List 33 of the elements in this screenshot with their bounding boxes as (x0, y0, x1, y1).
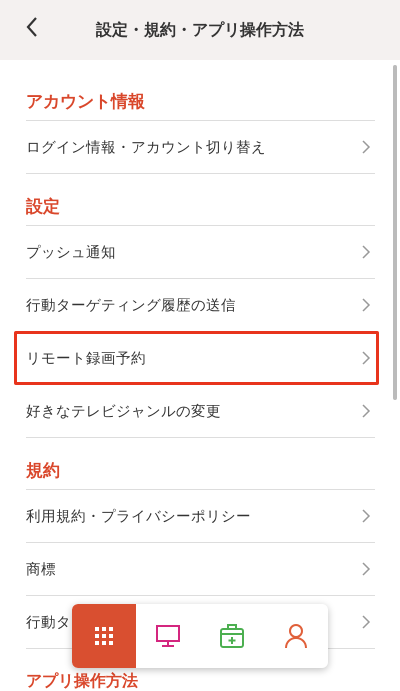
row-label: 利用規約・プライバシーポリシー (26, 508, 251, 526)
first-aid-kit-icon (219, 623, 245, 649)
section-heading: アプリ操作方法 (26, 670, 139, 690)
row-label: リモート録画予約 (26, 350, 146, 368)
chevron-icon (361, 508, 371, 524)
chevron-icon (361, 561, 371, 577)
monitor-icon (155, 623, 181, 649)
chevron-icon (361, 297, 371, 313)
section-heading: 規約 (26, 438, 375, 490)
user-icon (283, 623, 309, 649)
settings-row[interactable]: 行動ターゲティング履歴の送信 (26, 279, 375, 332)
nav-tab[interactable] (72, 604, 136, 668)
settings-row[interactable]: リモート録画予約 (26, 332, 375, 385)
section-heading: アカウント情報 (26, 69, 375, 121)
settings-row[interactable]: 好きなテレビジャンルの変更 (26, 385, 375, 438)
page-title: 設定・規約・アプリ操作方法 (96, 20, 304, 40)
chevron-icon (361, 403, 371, 419)
row-label: ログイン情報・アカウント切り替え (26, 138, 266, 156)
row-label: 商標 (26, 560, 56, 578)
settings-row[interactable]: 利用規約・プライバシーポリシー (26, 490, 375, 543)
settings-row[interactable]: 商標 (26, 543, 375, 596)
settings-row[interactable]: ログイン情報・アカウント切り替え (26, 121, 375, 174)
row-label: 行動タ (26, 614, 71, 632)
settings-row[interactable]: プッシュ通知 (26, 226, 375, 279)
chevron-icon (361, 139, 371, 155)
row-label: 好きなテレビジャンルの変更 (26, 402, 221, 420)
chevron-icon (361, 244, 371, 260)
chevron-icon (361, 614, 371, 630)
row-label: 行動ターゲティング履歴の送信 (26, 296, 236, 314)
row-label: プッシュ通知 (26, 244, 116, 262)
chevron-icon (361, 350, 371, 366)
section-heading: 設定 (26, 174, 375, 226)
scrollbar[interactable] (393, 65, 397, 400)
